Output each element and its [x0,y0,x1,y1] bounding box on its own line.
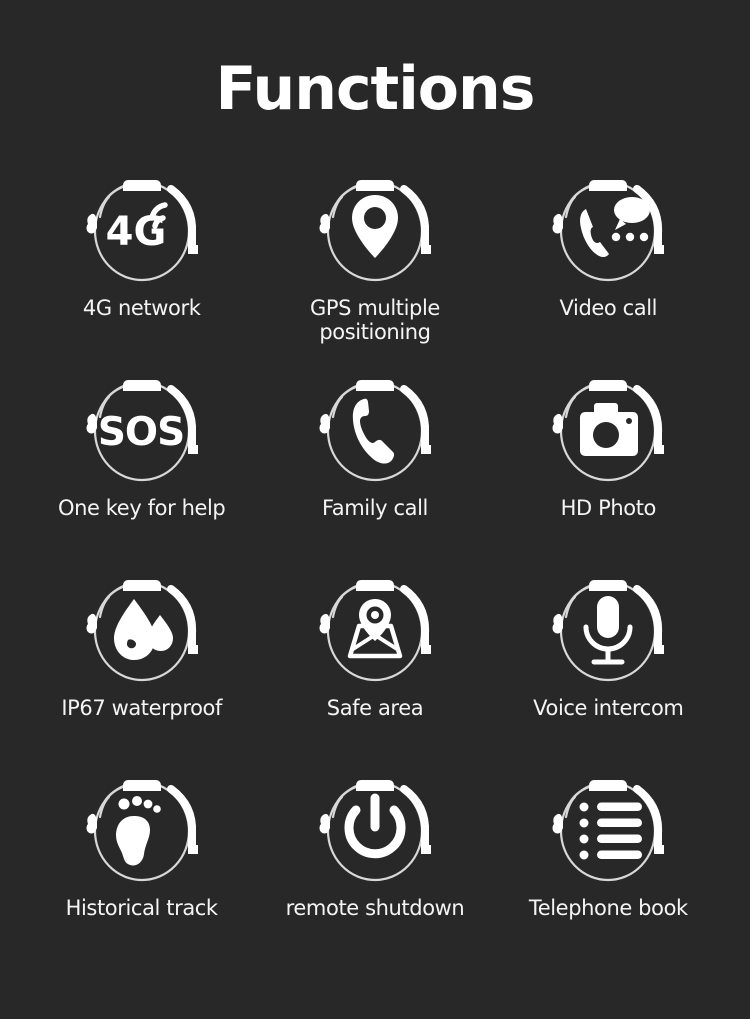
feature-label: 4G network [82,296,201,320]
functions-poster: Functions 4G 4G network GPS multiple pos… [0,0,750,1019]
feature-item-gps-positioning[interactable]: GPS multiple positioning [258,163,491,359]
feature-item-family-call[interactable]: Family call [258,363,491,559]
feature-item-waterproof[interactable]: IP67 waterproof [25,563,258,759]
map-area-pin-icon [309,563,441,695]
microphone-icon [542,563,674,695]
camera-icon [542,363,674,495]
feature-label: IP67 waterproof [61,696,222,720]
sos-glyph-text: SOS [97,410,183,455]
feature-item-sos[interactable]: SOS One key for help [25,363,258,559]
feature-label: HD Photo [560,496,657,520]
power-icon [309,763,441,895]
feature-label: Historical track [65,896,218,920]
map-pin-icon [309,163,441,295]
sos-icon: SOS [76,363,208,495]
page-title: Functions [215,54,536,124]
feature-item-historical-track[interactable]: Historical track [25,763,258,959]
feature-label: Safe area [326,696,424,720]
phone-handset-icon [309,363,441,495]
feature-label: remote shutdown [285,896,465,920]
feature-label: Family call [322,496,428,520]
footprint-icon [76,763,208,895]
feature-item-safe-area[interactable]: Safe area [258,563,491,759]
feature-label: Video call [559,296,658,320]
feature-item-hd-photo[interactable]: HD Photo [492,363,725,559]
contact-list-icon [542,763,674,895]
feature-item-4g-network[interactable]: 4G 4G network [25,163,258,359]
4g-signal-icon: 4G [76,163,208,295]
water-drop-icon [76,563,208,695]
video-call-icon [542,163,674,295]
feature-item-video-call[interactable]: Video call [492,163,725,359]
functions-grid: 4G 4G network GPS multiple positioning V… [25,163,725,959]
feature-item-telephone-book[interactable]: Telephone book [492,763,725,959]
feature-item-voice-intercom[interactable]: Voice intercom [492,563,725,759]
feature-item-remote-shutdown[interactable]: remote shutdown [258,763,491,959]
feature-label: GPS multiple positioning [310,296,440,344]
feature-label: Telephone book [528,896,688,920]
feature-label: Voice intercom [533,696,684,720]
feature-label: One key for help [57,496,226,520]
4g-glyph-text: 4G [105,209,166,255]
